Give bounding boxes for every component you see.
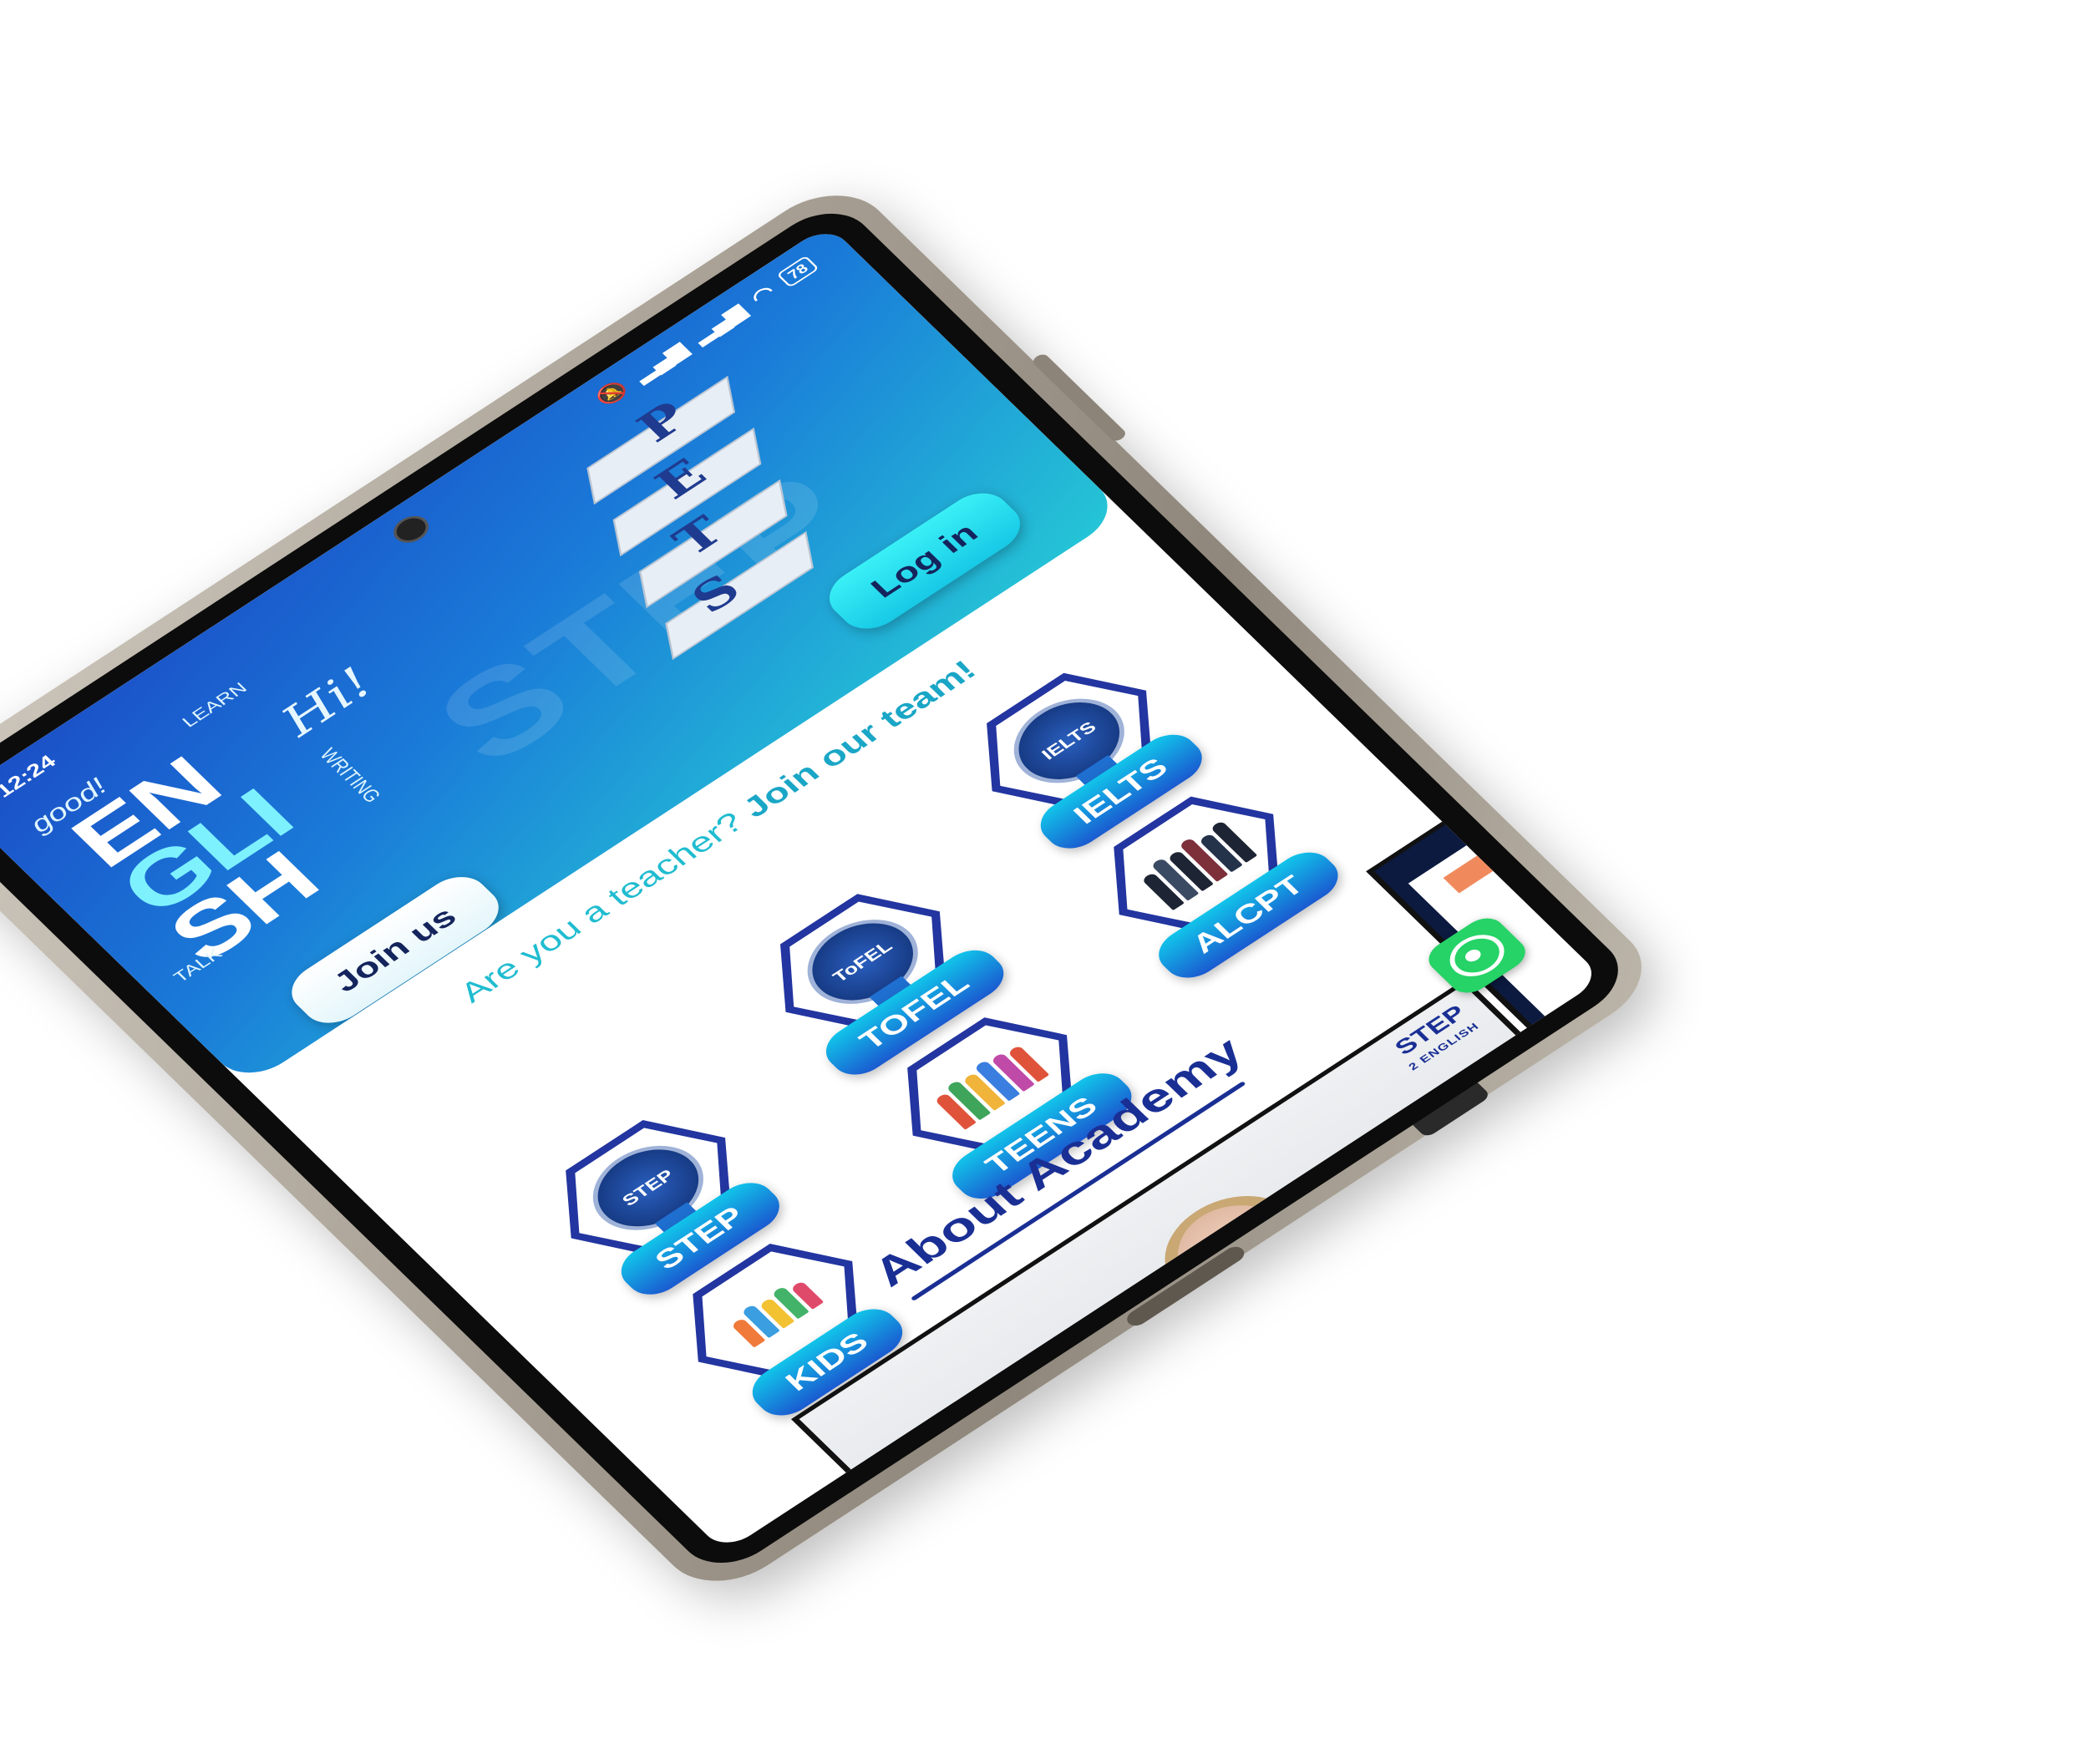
status-time: 12:24 (0, 750, 61, 802)
phone-device: 12:24 🔕 ▂▄▆ ▂▄▆ ◠ 78 STEP good! LEARN TA… (0, 174, 1668, 1603)
video-logo: STEP 2 ENGLISH (1388, 1001, 1484, 1075)
mute-icon: 🔕 (590, 376, 633, 409)
phone-screen: 12:24 🔕 ▂▄▆ ▂▄▆ ◠ 78 STEP good! LEARN TA… (0, 224, 1604, 1553)
wall-hex-poster (1010, 1421, 1150, 1528)
battery-icon: 78 (776, 255, 820, 288)
wifi-icon: ◠ (745, 280, 780, 308)
